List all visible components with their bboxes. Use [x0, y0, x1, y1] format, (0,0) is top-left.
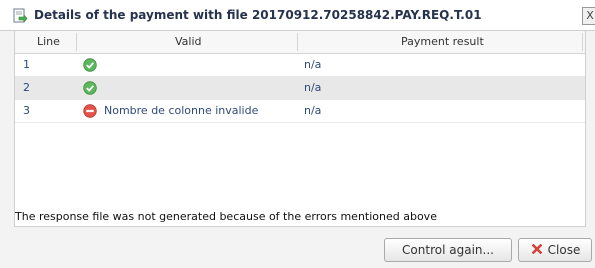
column-divider[interactable] [582, 33, 583, 51]
cell-valid: Nombre de colonne invalide [104, 104, 259, 117]
error-circle-icon [83, 104, 97, 118]
column-header-line[interactable]: Line [37, 31, 60, 53]
dialog-title: Details of the payment with file 2017091… [34, 8, 482, 22]
dialog-titlebar: Details of the payment with file 2017091… [0, 0, 595, 31]
cell-payment-result: n/a [304, 81, 322, 94]
column-header-payment-result[interactable]: Payment result [401, 31, 484, 53]
table-row[interactable]: 1 n/a [15, 54, 585, 77]
close-button-label: Close [547, 243, 581, 257]
cell-line: 1 [23, 58, 30, 71]
cell-line: 3 [23, 104, 30, 117]
cell-line: 2 [23, 81, 30, 94]
column-header-valid[interactable]: Valid [175, 31, 202, 53]
payment-details-dialog: Details of the payment with file 2017091… [0, 0, 595, 268]
cell-payment-result: n/a [304, 58, 322, 71]
column-divider[interactable] [76, 33, 77, 51]
control-again-button[interactable]: Control again... [384, 238, 512, 262]
check-circle-icon [83, 81, 97, 95]
table-header: Line Valid Payment result [15, 31, 585, 54]
document-arrow-icon [13, 8, 28, 23]
cell-payment-result: n/a [304, 104, 322, 117]
table-row[interactable]: 3 Nombre de colonne invalide n/a [15, 100, 585, 123]
close-icon[interactable]: X [582, 7, 595, 25]
check-circle-icon [83, 58, 97, 72]
table-row[interactable]: 2 n/a [15, 77, 585, 100]
status-message: The response file was not generated beca… [14, 208, 586, 227]
close-button[interactable]: Close [518, 238, 592, 262]
column-divider[interactable] [297, 33, 298, 51]
close-icon [531, 243, 542, 255]
payment-lines-table: Line Valid Payment result 1 n/a 2 n/a 3 … [14, 31, 586, 209]
